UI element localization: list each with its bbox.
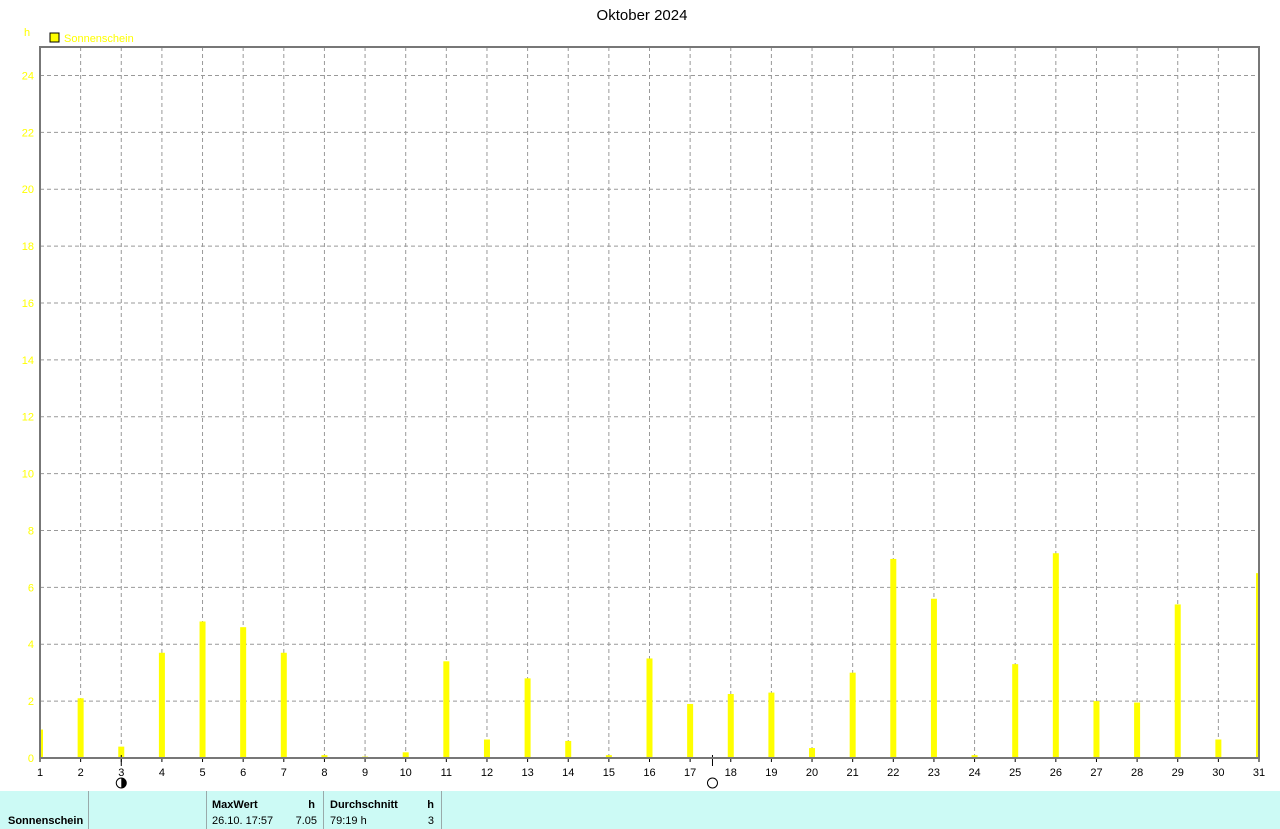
- summary-avg-total: 79:19 h: [330, 815, 367, 827]
- sunshine-chart: Oktober 2024 h Sonnenschein 024681012141…: [22, 7, 1265, 789]
- bar: [1052, 553, 1059, 758]
- bar: [443, 661, 450, 758]
- y-tick-label: 20: [22, 184, 34, 196]
- bar: [280, 652, 287, 758]
- y-axis-label: h: [24, 27, 30, 39]
- x-tick-label: 17: [684, 767, 696, 779]
- x-tick-label: 8: [321, 767, 327, 779]
- bar: [565, 740, 572, 758]
- summary-series-cell: Sonnenschein: [0, 791, 89, 829]
- x-tick-label: 29: [1172, 767, 1184, 779]
- summary-avg-cell: Durchschnitt h 79:19 h 3: [324, 791, 442, 829]
- summary-max-unit: h: [308, 799, 315, 811]
- x-tick-label: 7: [281, 767, 287, 779]
- y-tick-label: 0: [28, 753, 34, 765]
- legend-label: Sonnenschein: [64, 33, 134, 45]
- bar: [158, 652, 165, 758]
- bar: [1174, 604, 1181, 758]
- x-tick-label: 11: [441, 767, 452, 779]
- grid: [40, 47, 1259, 758]
- x-tick-label: 27: [1090, 767, 1102, 779]
- bar: [1134, 702, 1141, 758]
- summary-avg-header: Durchschnitt: [330, 799, 398, 811]
- y-tick-label: 6: [28, 582, 34, 594]
- bar: [687, 703, 694, 758]
- bar: [1012, 664, 1019, 758]
- x-ticks: 1 2 3 4 5 6 7 8 9 10 11 12 13 14 15 16 17 18 19 20 21 22 23 24 2…: [37, 758, 1265, 779]
- summary-avg-unit: h: [427, 799, 434, 811]
- x-tick-label: 22: [887, 767, 899, 779]
- bar: [930, 598, 937, 758]
- bar: [727, 694, 734, 758]
- y-tick-label: 4: [28, 639, 34, 651]
- bar: [1215, 739, 1222, 758]
- bar: [77, 698, 84, 758]
- x-tick-label: 6: [240, 767, 246, 779]
- x-tick-label: 2: [78, 767, 84, 779]
- x-tick-label: 23: [928, 767, 940, 779]
- x-tick-label: 4: [159, 767, 165, 779]
- y-ticks: 024681012141618202224: [22, 70, 34, 765]
- x-tick-label: 16: [643, 767, 655, 779]
- x-tick-label: 15: [603, 767, 615, 779]
- bar: [524, 678, 531, 758]
- x-tick-label: 3: [118, 767, 124, 779]
- bar: [849, 672, 856, 758]
- x-tick-label: 13: [521, 767, 533, 779]
- x-tick-label: 12: [481, 767, 493, 779]
- y-tick-label: 10: [22, 469, 34, 481]
- y-tick-label: 16: [22, 298, 34, 310]
- x-tick-label: 31: [1253, 767, 1265, 779]
- x-tick-label: 1: [37, 767, 43, 779]
- legend-swatch: [49, 32, 60, 43]
- summary-max-when: 26.10. 17:57: [212, 815, 274, 827]
- summary-table: Sonnenschein MaxWert h 26.10. 17:57 7.05…: [0, 791, 1280, 829]
- bar: [1093, 701, 1100, 758]
- x-tick-label: 9: [362, 767, 368, 779]
- y-tick-label: 8: [28, 525, 34, 537]
- y-tick-label: 24: [22, 70, 34, 82]
- bar: [646, 658, 653, 758]
- legend: Sonnenschein: [49, 32, 134, 45]
- x-tick-label: 5: [199, 767, 205, 779]
- x-tick-label: 30: [1212, 767, 1224, 779]
- chart-title: Oktober 2024: [597, 7, 688, 24]
- x-tick-label: 24: [968, 767, 980, 779]
- bar: [199, 621, 206, 758]
- x-tick-label: 21: [847, 767, 859, 779]
- x-tick-label: 14: [562, 767, 574, 779]
- y-tick-label: 12: [22, 412, 34, 424]
- bar: [768, 692, 775, 758]
- half-moon-shade: [121, 778, 127, 788]
- bar: [240, 627, 247, 758]
- x-tick-label: 19: [765, 767, 777, 779]
- bar: [483, 739, 490, 758]
- bar: [809, 748, 816, 758]
- summary-series-label: Sonnenschein: [8, 815, 84, 827]
- x-tick-label: 25: [1009, 767, 1021, 779]
- x-tick-label: 28: [1131, 767, 1143, 779]
- y-tick-label: 2: [28, 696, 34, 708]
- y-tick-label: 22: [22, 127, 34, 139]
- full-moon-icon: [706, 777, 718, 789]
- y-tick-label: 18: [22, 241, 34, 253]
- x-tick-label: 18: [725, 767, 737, 779]
- summary-avg-value: 3: [427, 815, 434, 827]
- summary-empty-cell: [89, 791, 207, 829]
- summary-max-value: 7.05: [295, 815, 317, 827]
- moon-markers: [115, 755, 718, 789]
- x-tick-label: 20: [806, 767, 818, 779]
- bar: [890, 558, 897, 758]
- bars: [40, 553, 1259, 758]
- x-tick-label: 26: [1050, 767, 1062, 779]
- summary-max-header: MaxWert: [212, 799, 258, 811]
- summary-max-cell: MaxWert h 26.10. 17:57 7.05: [207, 791, 324, 829]
- y-tick-label: 14: [22, 355, 34, 367]
- x-tick-label: 10: [400, 767, 412, 779]
